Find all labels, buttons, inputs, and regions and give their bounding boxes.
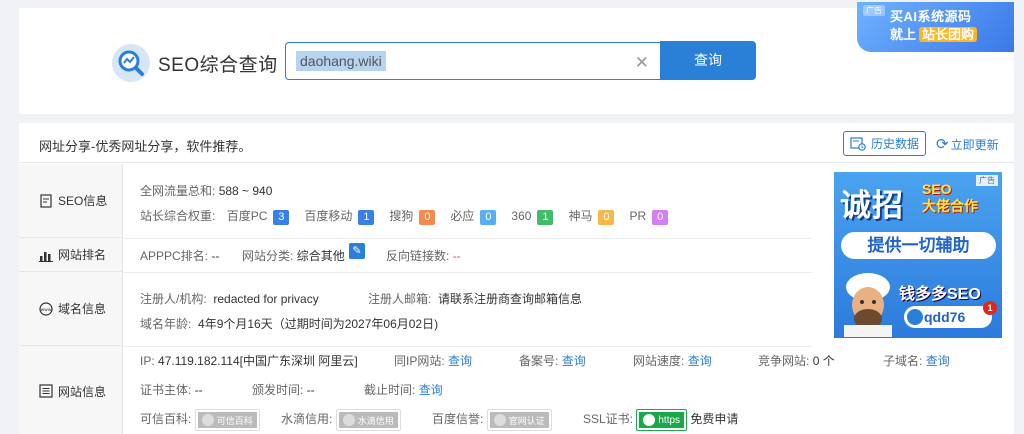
speed-link[interactable]: 查询 xyxy=(688,354,712,368)
section-domain-label: 域名信息 xyxy=(58,302,107,316)
beian-link[interactable]: 查询 xyxy=(562,354,586,368)
side-ad-headline: 诚招 xyxy=(840,188,904,223)
baidu-credit-badge[interactable]: 官网认证 xyxy=(486,409,552,431)
beian: 备案号: 查询 xyxy=(519,354,586,368)
cert-issue: 颁发时间: -- xyxy=(252,383,315,397)
side-ad-contact: qdd76 1 xyxy=(904,301,997,328)
section-ranking: 网站排名 xyxy=(19,238,123,272)
weight-item[interactable]: 360 1 xyxy=(511,209,554,225)
weight-badge: 0 xyxy=(419,210,436,225)
page-title: SEO综合查询 xyxy=(158,54,278,76)
seo-magnifier-icon xyxy=(112,44,150,82)
weight-badge: 0 xyxy=(480,210,497,225)
section-domain: www 域名信息 xyxy=(19,272,123,346)
side-ad-sub: SEO 大佬合作 xyxy=(922,181,978,214)
weight-badge: 1 xyxy=(537,210,554,225)
section-site-label: 网站信息 xyxy=(58,384,107,399)
baike-badge[interactable]: 可信百科 xyxy=(194,409,260,431)
registrant-email: 注册人邮箱: 请联系注册商查询邮箱信息 xyxy=(368,292,583,306)
section-seo-label: SEO信息 xyxy=(58,194,108,208)
ad-line1: 买AI系统源码 xyxy=(890,9,972,24)
section-site: 网站信息 xyxy=(19,346,123,434)
weight-item[interactable]: 必应 0 xyxy=(450,209,497,225)
divider xyxy=(123,272,812,273)
side-ad-pill: 提供一切辅助 xyxy=(841,232,996,259)
ad-tag: 广告 xyxy=(863,5,885,16)
section-ranking-label: 网站排名 xyxy=(58,248,107,262)
domain-age: 域名年龄: 4年9个月16天（过期时间为2027年06月02日) xyxy=(140,317,439,331)
traffic-row: 全网流量总和: 588 ~ 940 xyxy=(140,184,273,198)
ip-info: IP: 47.119.182.114[中国广东深圳 阿里云] xyxy=(140,354,358,368)
same-ip-link[interactable]: 查询 xyxy=(448,354,472,368)
backlinks: 反向链接数: -- xyxy=(386,249,461,263)
shuidi-row: 水滴信用: 水滴信用 xyxy=(281,409,401,431)
site-category: 网站分类: 综合其他 xyxy=(242,249,345,263)
notification-badge: 1 xyxy=(983,301,997,315)
weight-list: 百度PC 3 百度移动 1 搜狗 0 必应 0 360 1 神马 0 PR 0 xyxy=(219,209,669,225)
ad-line2: 就上 站长团购 xyxy=(890,24,978,43)
weight-badge: 0 xyxy=(598,210,615,225)
weight-item[interactable]: 搜狗 0 xyxy=(389,209,436,225)
search-input-box[interactable]: daohang.wiki ✕ xyxy=(285,42,661,80)
ssl-free-apply[interactable]: 免费申请 xyxy=(690,412,738,426)
weight-badge: 0 xyxy=(652,210,669,225)
site-description: 网址分享-优秀网址分享，软件推荐。 xyxy=(39,139,252,154)
refresh-icon: ⟳ xyxy=(936,136,949,153)
search-card: SEO综合查询 daohang.wiki ✕ 查询 广告 买AI系统源码 就上站… xyxy=(19,2,1014,114)
competitor-sites: 竞争网站: 0 个 xyxy=(758,354,835,368)
weight-item[interactable]: 百度PC 3 xyxy=(227,209,290,225)
seo-logo[interactable]: SEO综合查询 xyxy=(111,43,278,83)
weight-badge: 3 xyxy=(273,210,290,225)
site-info-icon xyxy=(39,384,53,398)
top-ad-banner[interactable]: 广告 买AI系统源码 就上 站长团购 xyxy=(857,2,1014,52)
credit-row: 可信百科: 可信百科 xyxy=(140,409,260,431)
history-data-label: 历史数据 xyxy=(870,137,919,151)
bar-chart-icon xyxy=(39,251,53,262)
clear-icon[interactable]: ✕ xyxy=(635,53,649,73)
baidu-credit-row: 百度信誉: 官网认证 xyxy=(432,409,552,431)
update-now-label: 立即更新 xyxy=(950,137,999,152)
divider xyxy=(123,238,812,239)
weight-item[interactable]: 神马 0 xyxy=(568,209,615,225)
search-button[interactable]: 查询 xyxy=(660,41,756,80)
document-icon xyxy=(40,193,52,208)
weights-row: 站长综合权重: 百度PC 3 百度移动 1 搜狗 0 必应 0 360 1 神马 0 PR 0 xyxy=(140,207,669,225)
seo-info-card: 网址分享-优秀网址分享，软件推荐。 历史数据 ⟳ 立即更新 SEO信息 全网流量… xyxy=(19,123,1014,434)
divider xyxy=(123,346,812,347)
svg-text:www: www xyxy=(40,308,51,313)
history-data-button[interactable]: 历史数据 xyxy=(843,131,926,156)
search-input[interactable]: daohang.wiki xyxy=(296,51,386,71)
weight-badge: 1 xyxy=(358,210,375,225)
telegram-icon xyxy=(907,309,923,325)
site-header-row: 网址分享-优秀网址分享，软件推荐。 历史数据 ⟳ 立即更新 xyxy=(19,123,1014,163)
ssl-row: SSL证书: https 免费申请 xyxy=(583,409,738,431)
mascot-illustration xyxy=(844,273,892,337)
cert-subject: 证书主体: -- xyxy=(140,383,203,397)
shuidi-badge[interactable]: 水滴信用 xyxy=(335,409,401,431)
weight-item[interactable]: PR 0 xyxy=(629,209,669,225)
ssl-badge[interactable]: https xyxy=(636,409,688,431)
subdomain-link[interactable]: 查询 xyxy=(926,354,950,368)
www-icon: www xyxy=(39,301,53,316)
registrant: 注册人/机构: redacted for privacy xyxy=(140,292,319,306)
site-speed: 网站速度: 查询 xyxy=(633,354,712,368)
side-ad-tag: 广告 xyxy=(976,175,998,186)
history-icon xyxy=(850,136,866,151)
update-now-button[interactable]: ⟳ 立即更新 xyxy=(936,135,999,153)
cert-expire: 截止时间: 查询 xyxy=(364,383,443,397)
side-ad-brand: 钱多多SEO xyxy=(899,286,981,303)
same-ip-sites: 同IP网站: 查询 xyxy=(394,354,473,368)
edit-icon[interactable]: ✎ xyxy=(349,243,365,259)
section-seo: SEO信息 xyxy=(19,164,123,238)
apppc-rank: APPPC排名: -- xyxy=(140,249,220,263)
weight-item[interactable]: 百度移动 1 xyxy=(304,209,375,225)
traffic-value: 588 ~ 940 xyxy=(218,184,273,198)
expire-link[interactable]: 查询 xyxy=(419,383,443,397)
side-ad-banner[interactable]: 广告 诚招 SEO 大佬合作 提供一切辅助 钱多多SEO qdd76 1 xyxy=(834,172,1002,338)
weight-label: 站长综合权重: xyxy=(140,209,216,223)
subdomains: 子域名: 查询 xyxy=(883,354,950,368)
